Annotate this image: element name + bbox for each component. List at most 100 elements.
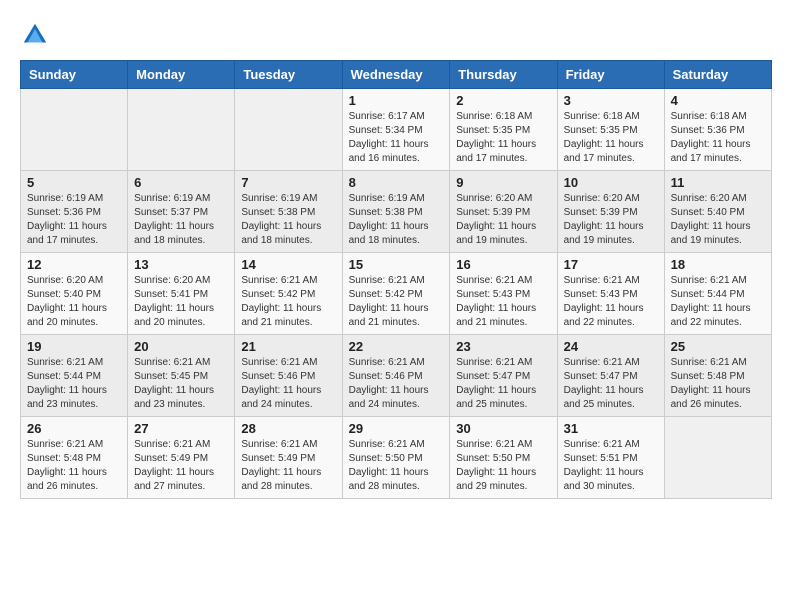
calendar-day-cell: 20Sunrise: 6:21 AMSunset: 5:45 PMDayligh… [128, 335, 235, 417]
day-of-week-header: Tuesday [235, 61, 342, 89]
day-number: 15 [349, 257, 444, 272]
day-number: 16 [456, 257, 550, 272]
day-number: 9 [456, 175, 550, 190]
day-info: Sunrise: 6:18 AMSunset: 5:36 PMDaylight:… [671, 110, 765, 166]
sunset-text: Sunset: 5:39 PM [564, 206, 658, 220]
sunrise-text: Sunrise: 6:19 AM [134, 192, 228, 206]
day-number: 23 [456, 339, 550, 354]
day-info: Sunrise: 6:20 AMSunset: 5:41 PMDaylight:… [134, 274, 228, 330]
daylight-text: Daylight: 11 hours and 21 minutes. [349, 302, 444, 330]
sunset-text: Sunset: 5:49 PM [134, 452, 228, 466]
daylight-text: Daylight: 11 hours and 22 minutes. [671, 302, 765, 330]
daylight-text: Daylight: 11 hours and 27 minutes. [134, 466, 228, 494]
sunset-text: Sunset: 5:45 PM [134, 370, 228, 384]
calendar-week-row: 26Sunrise: 6:21 AMSunset: 5:48 PMDayligh… [21, 417, 772, 499]
day-of-week-header: Friday [557, 61, 664, 89]
day-number: 18 [671, 257, 765, 272]
sunset-text: Sunset: 5:36 PM [27, 206, 121, 220]
day-info: Sunrise: 6:21 AMSunset: 5:51 PMDaylight:… [564, 438, 658, 494]
daylight-text: Daylight: 11 hours and 19 minutes. [456, 220, 550, 248]
day-info: Sunrise: 6:21 AMSunset: 5:47 PMDaylight:… [456, 356, 550, 412]
sunset-text: Sunset: 5:37 PM [134, 206, 228, 220]
sunset-text: Sunset: 5:39 PM [456, 206, 550, 220]
calendar-day-cell: 6Sunrise: 6:19 AMSunset: 5:37 PMDaylight… [128, 171, 235, 253]
sunset-text: Sunset: 5:36 PM [671, 124, 765, 138]
calendar-day-cell: 7Sunrise: 6:19 AMSunset: 5:38 PMDaylight… [235, 171, 342, 253]
calendar-day-cell [21, 89, 128, 171]
logo-icon [20, 20, 50, 50]
daylight-text: Daylight: 11 hours and 25 minutes. [564, 384, 658, 412]
day-info: Sunrise: 6:21 AMSunset: 5:43 PMDaylight:… [564, 274, 658, 330]
daylight-text: Daylight: 11 hours and 28 minutes. [241, 466, 335, 494]
sunrise-text: Sunrise: 6:20 AM [671, 192, 765, 206]
sunrise-text: Sunrise: 6:21 AM [564, 356, 658, 370]
calendar-week-row: 5Sunrise: 6:19 AMSunset: 5:36 PMDaylight… [21, 171, 772, 253]
calendar-day-cell: 18Sunrise: 6:21 AMSunset: 5:44 PMDayligh… [664, 253, 771, 335]
sunrise-text: Sunrise: 6:19 AM [349, 192, 444, 206]
day-number: 7 [241, 175, 335, 190]
day-number: 6 [134, 175, 228, 190]
sunrise-text: Sunrise: 6:21 AM [456, 356, 550, 370]
daylight-text: Daylight: 11 hours and 24 minutes. [349, 384, 444, 412]
day-info: Sunrise: 6:17 AMSunset: 5:34 PMDaylight:… [349, 110, 444, 166]
day-number: 12 [27, 257, 121, 272]
day-number: 20 [134, 339, 228, 354]
calendar-day-cell: 29Sunrise: 6:21 AMSunset: 5:50 PMDayligh… [342, 417, 450, 499]
sunset-text: Sunset: 5:46 PM [241, 370, 335, 384]
sunrise-text: Sunrise: 6:19 AM [241, 192, 335, 206]
day-of-week-header: Sunday [21, 61, 128, 89]
sunrise-text: Sunrise: 6:21 AM [134, 356, 228, 370]
daylight-text: Daylight: 11 hours and 20 minutes. [134, 302, 228, 330]
sunrise-text: Sunrise: 6:21 AM [134, 438, 228, 452]
calendar-day-cell: 8Sunrise: 6:19 AMSunset: 5:38 PMDaylight… [342, 171, 450, 253]
calendar-day-cell: 11Sunrise: 6:20 AMSunset: 5:40 PMDayligh… [664, 171, 771, 253]
day-number: 30 [456, 421, 550, 436]
sunrise-text: Sunrise: 6:18 AM [456, 110, 550, 124]
sunset-text: Sunset: 5:49 PM [241, 452, 335, 466]
sunrise-text: Sunrise: 6:21 AM [671, 274, 765, 288]
daylight-text: Daylight: 11 hours and 17 minutes. [671, 138, 765, 166]
calendar-week-row: 19Sunrise: 6:21 AMSunset: 5:44 PMDayligh… [21, 335, 772, 417]
sunrise-text: Sunrise: 6:21 AM [349, 438, 444, 452]
sunrise-text: Sunrise: 6:20 AM [27, 274, 121, 288]
day-of-week-header: Wednesday [342, 61, 450, 89]
sunrise-text: Sunrise: 6:21 AM [349, 356, 444, 370]
calendar-day-cell: 25Sunrise: 6:21 AMSunset: 5:48 PMDayligh… [664, 335, 771, 417]
sunset-text: Sunset: 5:40 PM [671, 206, 765, 220]
day-number: 19 [27, 339, 121, 354]
sunset-text: Sunset: 5:47 PM [564, 370, 658, 384]
sunrise-text: Sunrise: 6:20 AM [564, 192, 658, 206]
day-number: 13 [134, 257, 228, 272]
sunset-text: Sunset: 5:34 PM [349, 124, 444, 138]
day-info: Sunrise: 6:21 AMSunset: 5:49 PMDaylight:… [241, 438, 335, 494]
day-info: Sunrise: 6:19 AMSunset: 5:38 PMDaylight:… [349, 192, 444, 248]
sunset-text: Sunset: 5:43 PM [456, 288, 550, 302]
calendar-week-row: 12 Sunrise: 6:20 AMSunset: 5:40 PMDayligh… [21, 253, 772, 335]
sunset-text: Sunset: 5:48 PM [27, 452, 121, 466]
sunrise-text: Sunrise: 6:21 AM [564, 274, 658, 288]
day-number: 31 [564, 421, 658, 436]
sunrise-text: Sunrise: 6:21 AM [241, 356, 335, 370]
day-of-week-header: Saturday [664, 61, 771, 89]
calendar-day-cell: 22Sunrise: 6:21 AMSunset: 5:46 PMDayligh… [342, 335, 450, 417]
sunset-text: Sunset: 5:46 PM [349, 370, 444, 384]
day-info: Sunrise: 6:21 AMSunset: 5:47 PMDaylight:… [564, 356, 658, 412]
day-info: Sunrise: 6:21 AMSunset: 5:50 PMDaylight:… [349, 438, 444, 494]
calendar-day-cell [128, 89, 235, 171]
day-number: 17 [564, 257, 658, 272]
day-info: Sunrise: 6:21 AMSunset: 5:48 PMDaylight:… [27, 438, 121, 494]
sunset-text: Sunset: 5:38 PM [241, 206, 335, 220]
day-info: Sunrise: 6:18 AMSunset: 5:35 PMDaylight:… [456, 110, 550, 166]
daylight-text: Daylight: 11 hours and 23 minutes. [27, 384, 121, 412]
daylight-text: Daylight: 11 hours and 22 minutes. [564, 302, 658, 330]
sunrise-text: Sunrise: 6:21 AM [349, 274, 444, 288]
sunset-text: Sunset: 5:35 PM [456, 124, 550, 138]
sunrise-text: Sunrise: 6:18 AM [671, 110, 765, 124]
sunrise-text: Sunrise: 6:21 AM [456, 274, 550, 288]
day-info: Sunrise: 6:21 AMSunset: 5:50 PMDaylight:… [456, 438, 550, 494]
daylight-text: Daylight: 11 hours and 30 minutes. [564, 466, 658, 494]
daylight-text: Daylight: 11 hours and 21 minutes. [241, 302, 335, 330]
day-info: Sunrise: 6:20 AMSunset: 5:40 PMDaylight:… [27, 274, 121, 330]
daylight-text: Daylight: 11 hours and 25 minutes. [456, 384, 550, 412]
sunrise-text: Sunrise: 6:21 AM [241, 274, 335, 288]
